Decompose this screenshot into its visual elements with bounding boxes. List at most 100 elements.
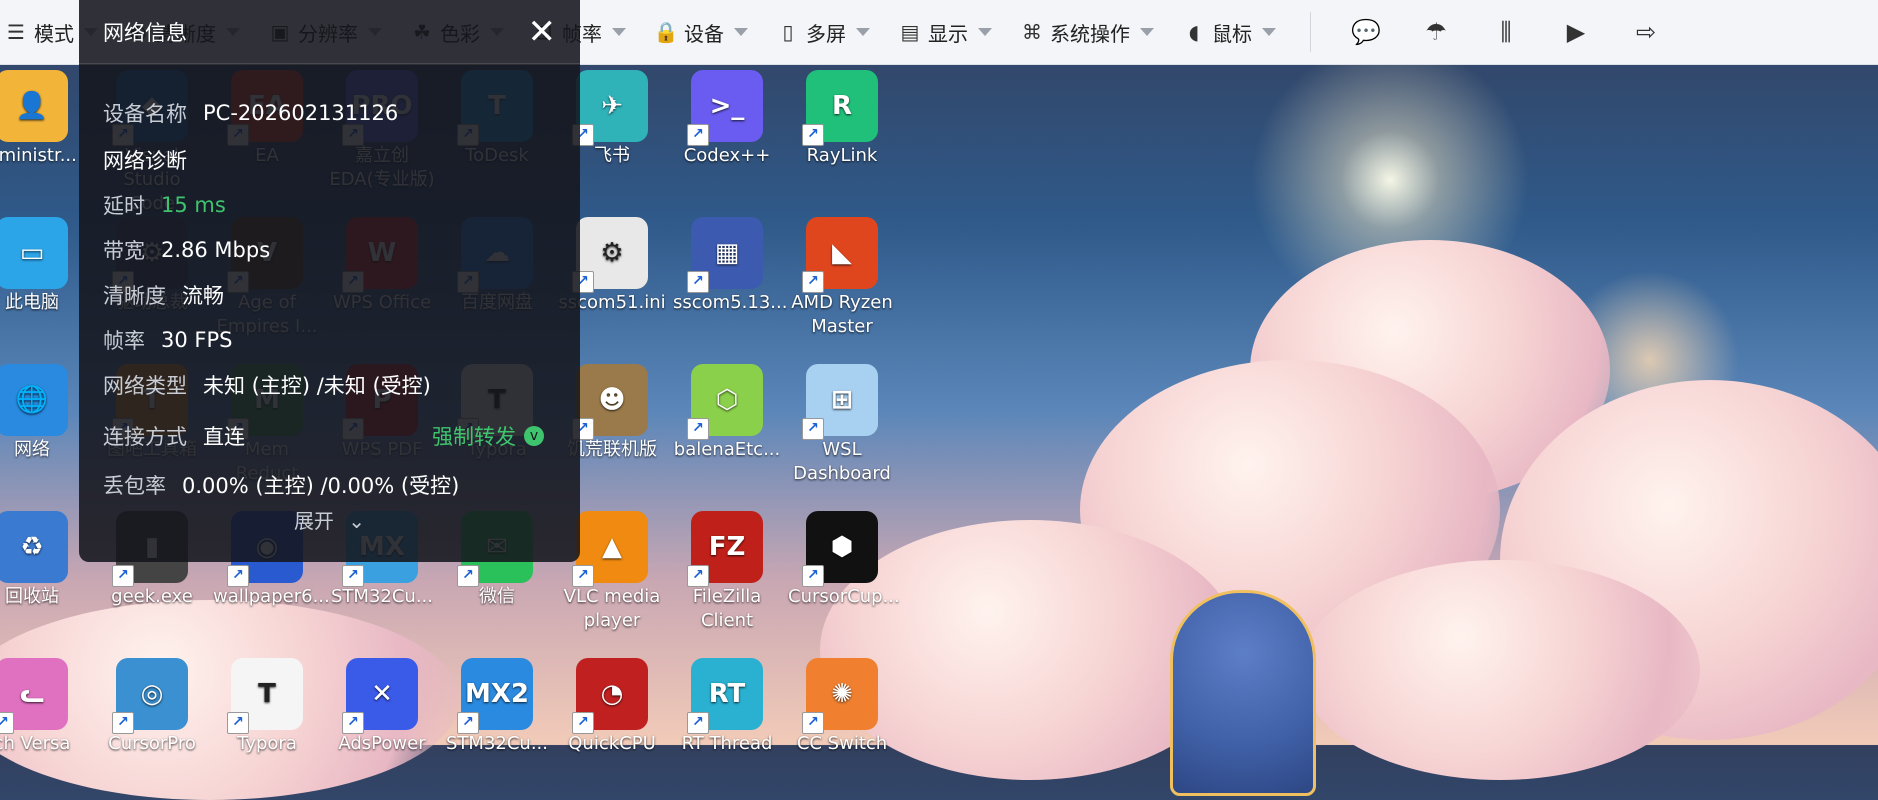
- network-type-value: 未知 (主控) /未知 (受控): [203, 374, 431, 398]
- desktop-icon[interactable]: ◔ ↗ QuickCPU: [558, 658, 666, 756]
- desktop-icon[interactable]: ⬡ ↗ balenaEtc...: [673, 364, 781, 462]
- bandwidth-row: 带宽 2.86 Mbps: [103, 235, 270, 265]
- desktop-icon[interactable]: FZ ↗ FileZilla Client: [673, 511, 781, 633]
- app-glyph: R: [831, 91, 853, 121]
- wallpaper-character: [1170, 590, 1316, 796]
- app-glyph: ◎: [140, 679, 164, 709]
- shortcut-arrow-icon: ↗: [457, 712, 479, 734]
- shortcut-arrow-icon: ↗: [0, 712, 14, 734]
- toolbar-menu-label: 显示: [928, 21, 968, 46]
- multiscreen-icon: ▯: [782, 20, 794, 44]
- clarity-value: 流畅: [182, 284, 224, 308]
- device-icon: 🔒: [653, 20, 679, 44]
- latency-label: 延时: [103, 194, 145, 218]
- video-icon: ▶: [1566, 18, 1586, 46]
- desktop-icon[interactable]: RT ↗ RT Thread: [673, 658, 781, 756]
- desktop-icon[interactable]: ♻ 回收站: [0, 511, 86, 609]
- connection-label: 连接方式: [103, 425, 187, 449]
- network-info-panel: 网络信息 ✕ 设备名称 PC-202602131126 网络诊断 延时 15 m…: [79, 0, 580, 562]
- chevron-down-icon: [612, 28, 626, 36]
- connection-value: 直连: [203, 425, 245, 449]
- audio-icon: ⫼: [1500, 18, 1512, 46]
- packet-loss-label: 丢包率: [103, 474, 166, 498]
- desktop-icon-label: 微信: [479, 586, 515, 607]
- shortcut-arrow-icon: ↗: [687, 565, 709, 587]
- chevron-down-icon: [1140, 28, 1154, 36]
- packet-loss-value: 0.00% (主控) /0.00% (受控): [182, 474, 460, 498]
- desktop-icon-label: STM32Cu...: [331, 586, 433, 607]
- device-name-row: 设备名称 PC-202602131126: [103, 98, 398, 128]
- app-icon: ⬡ ↗: [687, 364, 763, 440]
- mode-icon: ☰: [7, 20, 25, 44]
- connection-row: 连接方式 直连: [103, 421, 245, 451]
- fps-value: 30 FPS: [161, 328, 233, 352]
- desktop-icon[interactable]: ✺ ↗ CC Switch: [788, 658, 896, 756]
- shortcut-arrow-icon: ↗: [802, 124, 824, 146]
- network-diagnosis-label[interactable]: 网络诊断: [103, 145, 187, 175]
- desktop-icon[interactable]: ◎ ↗ CursorPro: [98, 658, 206, 756]
- app-glyph: ⚙: [600, 238, 624, 268]
- shortcut-arrow-icon: ↗: [802, 418, 824, 440]
- chat-button[interactable]: 💬: [1331, 0, 1401, 64]
- toolbar-menu-display[interactable]: ▤ 显示: [884, 0, 1006, 64]
- panel-header: 网络信息 ✕: [79, 0, 580, 64]
- desktop-icon[interactable]: ⬢ ↗ CursorCup...: [788, 511, 900, 609]
- app-icon: ▭: [0, 217, 68, 289]
- desktop-icon[interactable]: MX2 ↗ STM32Cu...: [443, 658, 551, 756]
- wallpaper-cloud: [1300, 560, 1700, 780]
- desktop-icon[interactable]: 👤 dministr...: [0, 70, 86, 168]
- shortcut-arrow-icon: ↗: [687, 712, 709, 734]
- chat-icon: 💬: [1351, 18, 1381, 46]
- chevron-down-icon: ⌄: [348, 509, 366, 533]
- app-glyph: ◔: [600, 679, 624, 709]
- device-name-label: 设备名称: [103, 102, 187, 126]
- network-diagnosis-row[interactable]: 网络诊断: [103, 145, 187, 175]
- audio-button[interactable]: ⫼: [1471, 0, 1541, 64]
- toolbar-menu-device[interactable]: 🔒 设备: [640, 0, 762, 64]
- latency-value: 15 ms: [161, 193, 226, 217]
- desktop-icon[interactable]: ᓚ ↗ ch Versa: [0, 658, 86, 756]
- expand-button[interactable]: 展开 ⌄: [79, 505, 580, 534]
- desktop-icon-label: geek.exe: [111, 586, 193, 607]
- desktop-icon[interactable]: ⊞ ↗ WSL Dashboard: [788, 364, 896, 486]
- shortcut-arrow-icon: ↗: [112, 712, 134, 734]
- app-glyph: ⬡: [715, 385, 739, 415]
- toolbar-menu-label: 设备: [684, 21, 724, 46]
- app-glyph: T: [258, 679, 276, 709]
- toolbar-menu-mouse[interactable]: ◖ 鼠标: [1168, 0, 1290, 64]
- toolbar-menu-multiscreen[interactable]: ▯ 多屏: [762, 0, 884, 64]
- desktop-icon-label: 网络: [14, 439, 50, 460]
- toolbar-menu-system-ops[interactable]: ⌘ 系统操作: [1006, 0, 1168, 64]
- app-icon: ✈ ↗: [572, 70, 648, 146]
- app-glyph: ▦: [714, 238, 740, 268]
- shortcut-arrow-icon: ↗: [802, 712, 824, 734]
- desktop-icon-label: Typora: [237, 733, 297, 754]
- desktop-icon[interactable]: ▭ 此电脑: [0, 217, 86, 315]
- desktop-icon-label: balenaEtc...: [673, 439, 781, 460]
- app-icon: ◔ ↗: [572, 658, 648, 734]
- remote-button[interactable]: ☂: [1401, 0, 1471, 64]
- force-relay-button[interactable]: 强制转发 v: [432, 421, 544, 451]
- close-icon[interactable]: ✕: [528, 15, 557, 49]
- app-icon: MX2 ↗: [457, 658, 533, 734]
- file-transfer-icon: ⇨: [1635, 18, 1657, 46]
- app-icon: 🌐: [0, 364, 68, 436]
- app-icon: ◎ ↗: [112, 658, 188, 734]
- shortcut-arrow-icon: ↗: [687, 124, 709, 146]
- desktop-icon[interactable]: R ↗ RayLink: [788, 70, 896, 168]
- app-icon: T↗: [227, 658, 303, 734]
- bandwidth-label: 带宽: [103, 239, 145, 263]
- network-type-row: 网络类型 未知 (主控) /未知 (受控): [103, 370, 431, 400]
- app-icon: ▲ ↗: [572, 511, 648, 587]
- packet-loss-row: 丢包率 0.00% (主控) /0.00% (受控): [103, 470, 459, 500]
- desktop-icon[interactable]: ◣ ↗ AMD Ryzen Master: [788, 217, 896, 339]
- desktop-icon[interactable]: >_ ↗ Codex++: [673, 70, 781, 168]
- desktop-icon[interactable]: ▦ ↗ sscom5.13...: [673, 217, 787, 315]
- fps-row: 帧率 30 FPS: [103, 325, 232, 355]
- video-button[interactable]: ▶: [1541, 0, 1611, 64]
- file-transfer-button[interactable]: ⇨: [1611, 0, 1681, 64]
- desktop-icon[interactable]: ✕ ↗ AdsPower: [328, 658, 436, 756]
- desktop-icon-label: 此电脑: [5, 292, 59, 313]
- desktop-icon[interactable]: 🌐 网络: [0, 364, 86, 462]
- desktop-icon[interactable]: T↗Typora: [213, 658, 321, 756]
